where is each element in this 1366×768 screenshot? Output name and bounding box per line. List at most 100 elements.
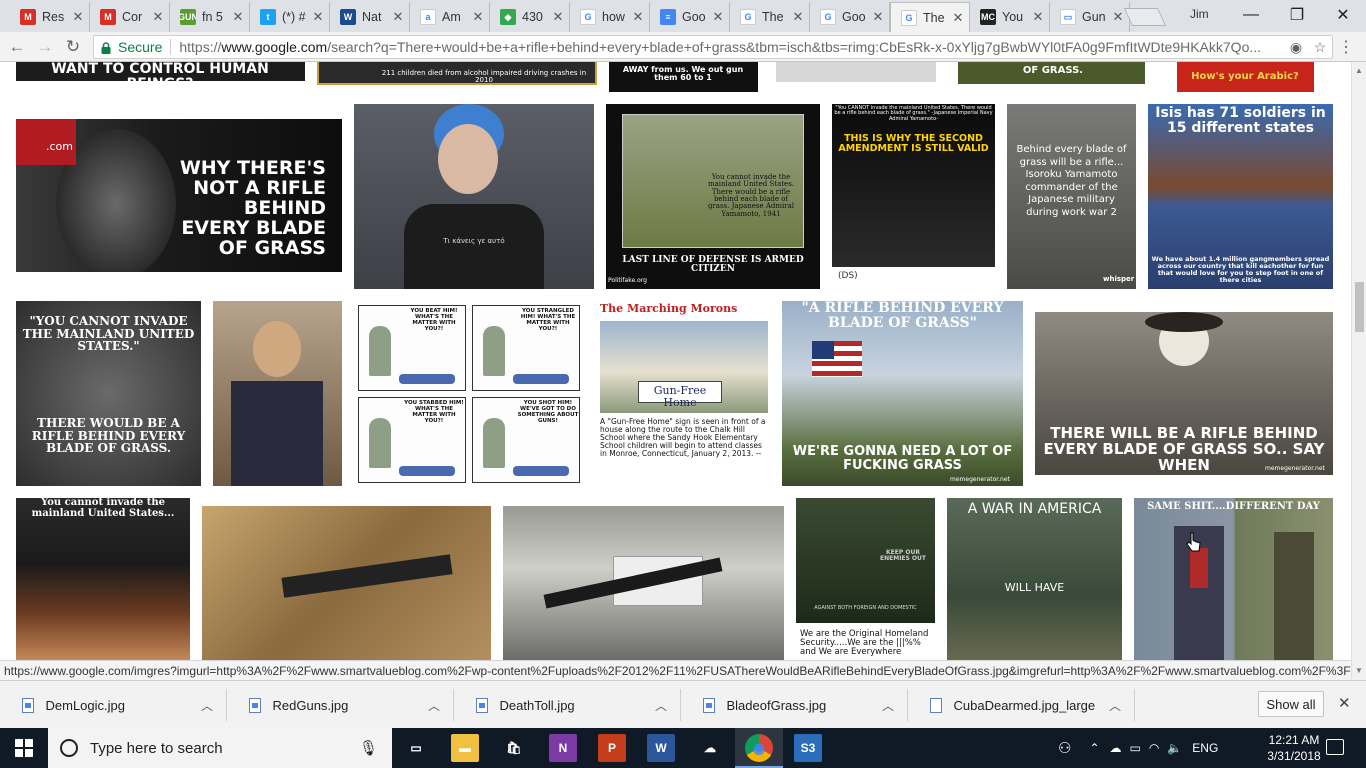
show-hidden-icons-icon[interactable]: ⌃ [1089,741,1099,755]
close-tab-icon[interactable]: ✕ [231,9,245,25]
image-result[interactable]: WANT TO CONTROL HUMAN BEINGS? [16,62,305,81]
store-icon[interactable]: 🛍 [500,734,528,762]
browser-tab[interactable]: MC You ✕ [970,2,1050,32]
scroll-thumb[interactable] [1355,282,1364,332]
maximize-button[interactable]: ❐ [1274,0,1320,30]
image-result[interactable]: Behind every blade of grass will be a ri… [1007,104,1136,289]
chevron-up-icon[interactable]: ︿ [188,697,226,714]
browser-tab[interactable]: M Res ✕ [10,2,90,32]
page-scrollbar[interactable]: ▲ ▼ [1351,62,1366,680]
image-result[interactable]: SAME SHIT....DIFFERENT DAY [1134,498,1333,662]
image-result[interactable]: KEEP OUR ENEMIES OUT AGAINST BOTH FOREIG… [796,498,935,662]
taskbar-search-box[interactable]: Type here to search 🎙 [48,728,392,768]
close-tab-icon[interactable]: ✕ [311,9,325,25]
image-result[interactable]: Τι κάνεις γε αυτό [354,104,594,289]
image-result[interactable]: The Marching Morons Gun-Free Home A "Gun… [598,301,770,486]
browser-tab[interactable]: t (*) # ✕ [250,2,330,32]
back-button[interactable]: ← [5,35,29,59]
scroll-up-arrow[interactable]: ▲ [1355,66,1363,75]
task-view-icon[interactable]: ▭ [402,734,430,762]
chevron-up-icon[interactable]: ︿ [869,697,907,714]
volume-icon[interactable]: 🔈 [1167,741,1182,755]
image-result[interactable]: "You CANNOT invade the mainland United S… [832,104,995,289]
image-result[interactable]: OF GRASS. [958,62,1145,84]
download-item[interactable]: BladeofGrass.jpg ︿ [681,689,908,721]
new-tab-button[interactable] [1123,8,1167,26]
download-item[interactable]: RedGuns.jpg ︿ [227,689,454,721]
close-tab-icon[interactable]: ✕ [551,9,565,25]
close-tab-icon[interactable]: ✕ [151,9,165,25]
image-result[interactable] [776,62,936,82]
chrome-menu-icon[interactable]: ⋮ [1338,37,1354,57]
image-result[interactable] [202,506,491,662]
people-icon[interactable]: ⚇ [1058,739,1071,757]
close-tab-icon[interactable]: ✕ [871,9,885,25]
start-button[interactable] [0,728,48,768]
download-item[interactable]: CubaDearmed.jpg_large ︿ [908,689,1135,721]
close-tab-icon[interactable]: ✕ [711,9,725,25]
close-window-button[interactable]: ✕ [1320,0,1366,30]
image-result[interactable]: YOU BEAT HIM! WHAT'S THE MATTER WITH YOU… [354,301,586,486]
microphone-icon[interactable]: 🎙 [359,739,378,757]
image-result[interactable]: .com WHY THERE'S NOT A RIFLE BEHIND EVER… [16,119,342,272]
language-indicator[interactable]: ENG [1192,741,1218,755]
close-tab-icon[interactable]: ✕ [71,9,85,25]
minimize-button[interactable]: — [1228,0,1274,30]
image-result[interactable]: Isis has 71 soldiers in 15 different sta… [1148,104,1333,289]
close-tab-icon[interactable]: ✕ [1031,9,1045,25]
file-explorer-icon[interactable]: ▬ [451,734,479,762]
chrome-icon[interactable]: ◉ [745,734,773,762]
close-shelf-icon[interactable]: ✕ [1338,694,1351,712]
close-tab-icon[interactable]: ✕ [791,9,805,25]
close-tab-icon[interactable]: ✕ [631,9,645,25]
image-result[interactable]: How's your Arabic? [1177,62,1314,92]
image-result[interactable] [503,506,784,662]
powerpoint-icon[interactable]: P [598,734,626,762]
location-icon[interactable]: ◉ [1284,39,1308,56]
chevron-up-icon[interactable]: ︿ [415,697,453,714]
word-icon[interactable]: W [647,734,675,762]
browser-tab[interactable]: ≡ Goo ✕ [650,2,730,32]
browser-tab[interactable]: G The ✕ [890,2,970,32]
reload-button[interactable]: ↻ [61,35,85,59]
close-tab-icon[interactable]: ✕ [471,9,485,25]
image-result[interactable]: AWAY from us. We out gun them 60 to 1 [609,62,758,92]
image-result[interactable]: A WAR IN AMERICA WILL HAVE [947,498,1122,662]
download-item[interactable]: DemLogic.jpg ︿ [0,689,227,721]
image-result[interactable]: "YOU CANNOT INVADE THE MAINLAND UNITED S… [16,301,201,486]
show-all-button[interactable]: Show all [1258,691,1324,717]
browser-tab[interactable]: a Am ✕ [410,2,490,32]
browser-tab[interactable]: ◆ 430 ✕ [490,2,570,32]
onedrive-icon[interactable]: ☁ [696,734,724,762]
browser-tab[interactable]: GUN fn 5 ✕ [170,2,250,32]
image-result[interactable]: THERE WILL BE A RIFLE BEHIND EVERY BLADE… [1035,312,1333,475]
browser-tab[interactable]: ▭ Gun ✕ [1050,2,1130,32]
download-item[interactable]: DeathToll.jpg ︿ [454,689,681,721]
address-bar[interactable]: Secure https://www.google.com/search?q=T… [93,35,1333,59]
close-tab-icon[interactable]: ✕ [1111,9,1125,25]
browser-tab[interactable]: G Goo ✕ [810,2,890,32]
bookmark-star-icon[interactable]: ☆ [1308,39,1332,56]
chevron-up-icon[interactable]: ︿ [642,697,680,714]
close-tab-icon[interactable]: ✕ [951,10,965,26]
image-result[interactable] [213,301,342,486]
battery-icon[interactable]: ▭ [1130,741,1141,755]
security-label[interactable]: Secure [118,39,162,55]
image-result[interactable]: "A RIFLE BEHIND EVERY BLADE OF GRASS" WE… [782,301,1023,486]
onedrive-tray-icon[interactable]: ☁ [1110,741,1122,755]
onenote-icon[interactable]: N [549,734,577,762]
browser-tab[interactable]: Ghow ✕ [570,2,650,32]
browser-tab[interactable]: W Nat ✕ [330,2,410,32]
close-tab-icon[interactable]: ✕ [391,9,405,25]
browser-tab[interactable]: G The ✕ [730,2,810,32]
action-center-icon[interactable] [1326,739,1344,755]
profile-name[interactable]: Jim [1190,7,1209,21]
s3-icon[interactable]: S3 [794,734,822,762]
wifi-icon[interactable]: ◠ [1149,741,1159,755]
taskbar-clock[interactable]: 12:21 AM 3/31/2018 [1264,732,1324,764]
image-result[interactable]: You cannot invade the mainland United St… [606,104,820,289]
chevron-up-icon[interactable]: ︿ [1096,697,1134,714]
image-result[interactable]: 211 children died from alcohol impaired … [317,62,597,85]
forward-button[interactable]: → [33,35,57,59]
scroll-down-arrow[interactable]: ▼ [1355,666,1363,675]
